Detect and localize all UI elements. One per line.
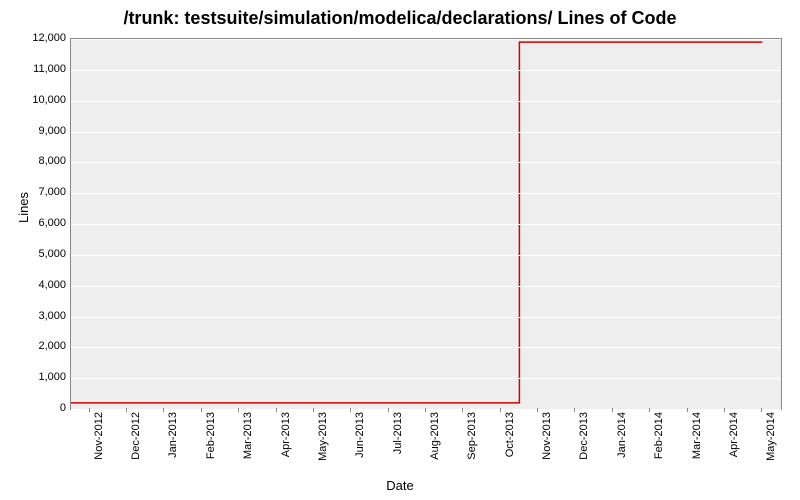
x-tick-mark	[462, 408, 463, 412]
y-tick-label: 4,000	[6, 279, 66, 291]
chart-title: /trunk: testsuite/simulation/modelica/de…	[0, 0, 800, 29]
x-tick-mark	[201, 408, 202, 412]
grid-line	[71, 317, 781, 318]
x-tick-label: Mar-2013	[242, 412, 254, 459]
grid-line	[71, 286, 781, 287]
x-tick-mark	[313, 408, 314, 412]
x-tick-label: Sep-2013	[466, 412, 478, 460]
x-tick-label: Jan-2013	[167, 412, 179, 458]
x-tick-label: Oct-2013	[504, 412, 516, 457]
grid-line	[71, 162, 781, 163]
y-tick-label: 1,000	[6, 371, 66, 383]
y-tick-label: 9,000	[6, 125, 66, 137]
y-tick-label: 7,000	[6, 186, 66, 198]
x-tick-mark	[537, 408, 538, 412]
x-tick-mark	[126, 408, 127, 412]
x-tick-mark	[89, 408, 90, 412]
x-tick-label: Jul-2013	[392, 412, 404, 454]
plot-area	[70, 38, 782, 410]
x-tick-mark	[649, 408, 650, 412]
y-tick-label: 10,000	[6, 94, 66, 106]
grid-line	[71, 70, 781, 71]
x-tick-label: Nov-2013	[541, 412, 553, 460]
x-tick-label: Jun-2013	[354, 412, 366, 458]
y-tick-label: 8,000	[6, 155, 66, 167]
x-tick-label: Feb-2013	[205, 412, 217, 459]
x-tick-mark	[388, 408, 389, 412]
x-tick-mark	[500, 408, 501, 412]
grid-line	[71, 193, 781, 194]
x-tick-mark	[612, 408, 613, 412]
y-tick-label: 3,000	[6, 310, 66, 322]
x-tick-mark	[350, 408, 351, 412]
x-tick-mark	[238, 408, 239, 412]
x-tick-mark	[761, 408, 762, 412]
chart-container: /trunk: testsuite/simulation/modelica/de…	[0, 0, 800, 500]
y-tick-label: 5,000	[6, 248, 66, 260]
grid-line	[71, 101, 781, 102]
x-tick-mark	[425, 408, 426, 412]
y-tick-label: 0	[6, 402, 66, 414]
x-tick-mark	[574, 408, 575, 412]
x-tick-mark	[687, 408, 688, 412]
grid-line	[71, 255, 781, 256]
x-tick-label: Apr-2013	[280, 412, 292, 457]
grid-line	[71, 39, 781, 40]
x-tick-label: May-2013	[317, 412, 329, 461]
grid-line	[71, 224, 781, 225]
y-tick-label: 6,000	[6, 217, 66, 229]
x-tick-label: Dec-2013	[578, 412, 590, 460]
x-tick-mark	[163, 408, 164, 412]
x-tick-mark	[276, 408, 277, 412]
y-tick-label: 2,000	[6, 340, 66, 352]
grid-line	[71, 132, 781, 133]
x-tick-label: Aug-2013	[429, 412, 441, 460]
y-tick-label: 12,000	[6, 32, 66, 44]
x-tick-label: Apr-2014	[728, 412, 740, 457]
x-tick-label: Nov-2012	[93, 412, 105, 460]
x-axis-label: Date	[0, 478, 800, 493]
x-tick-label: Dec-2012	[130, 412, 142, 460]
x-tick-label: Feb-2014	[653, 412, 665, 459]
grid-line	[71, 378, 781, 379]
y-tick-label: 11,000	[6, 63, 66, 75]
x-tick-label: Jan-2014	[616, 412, 628, 458]
x-tick-mark	[724, 408, 725, 412]
grid-line	[71, 347, 781, 348]
x-tick-label: Mar-2014	[691, 412, 703, 459]
x-tick-label: May-2014	[765, 412, 777, 461]
grid-line	[71, 409, 781, 410]
